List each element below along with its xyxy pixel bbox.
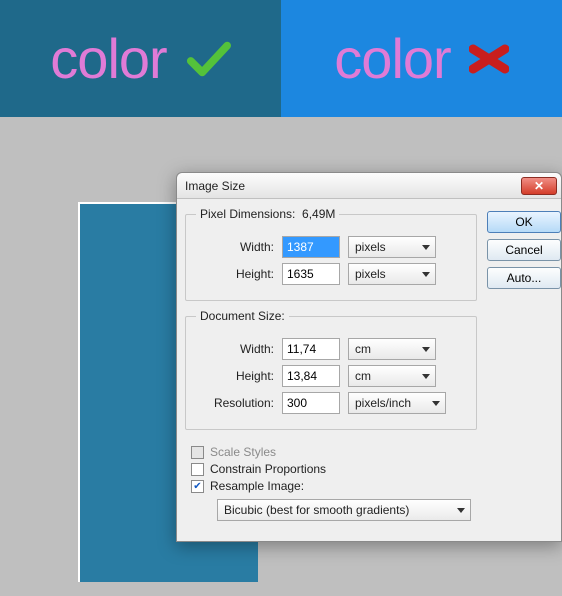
color-header: color color	[0, 0, 562, 117]
constrain-label: Constrain Proportions	[210, 462, 326, 476]
resample-method: Bicubic (best for smooth gradients)	[224, 503, 409, 517]
cross-icon	[469, 39, 509, 79]
chevron-down-icon	[432, 401, 440, 406]
resample-check[interactable]: ✔ Resample Image:	[191, 479, 471, 493]
swatch-bad-text: color	[334, 26, 450, 91]
swatch-good-text: color	[50, 26, 166, 91]
resample-method-select[interactable]: Bicubic (best for smooth gradients)	[217, 499, 471, 521]
close-icon: ✕	[534, 179, 544, 193]
chevron-down-icon	[422, 245, 430, 250]
resolution-input[interactable]	[282, 392, 340, 414]
pixel-dimensions-size: 6,49M	[302, 207, 335, 221]
checkbox-icon	[191, 463, 204, 476]
scale-styles-check: Scale Styles	[191, 445, 471, 459]
doc-height-unit: cm	[355, 369, 371, 383]
doc-width-input[interactable]	[282, 338, 340, 360]
document-size-legend: Document Size:	[196, 309, 289, 323]
doc-height-label: Height:	[196, 369, 274, 383]
scale-styles-label: Scale Styles	[210, 445, 276, 459]
resample-label: Resample Image:	[210, 479, 304, 493]
px-height-unit: pixels	[355, 267, 386, 281]
check-icon	[185, 36, 231, 82]
constrain-check[interactable]: Constrain Proportions	[191, 462, 471, 476]
resolution-label: Resolution:	[196, 396, 274, 410]
doc-width-label: Width:	[196, 342, 274, 356]
resolution-unit-select[interactable]: pixels/inch	[348, 392, 446, 414]
chevron-down-icon	[422, 347, 430, 352]
px-width-label: Width:	[196, 240, 274, 254]
swatch-bad: color	[281, 0, 562, 117]
close-button[interactable]: ✕	[521, 177, 557, 195]
auto-button[interactable]: Auto...	[487, 267, 561, 289]
doc-height-input[interactable]	[282, 365, 340, 387]
doc-width-unit: cm	[355, 342, 371, 356]
px-width-input[interactable]	[282, 236, 340, 258]
swatch-good: color	[0, 0, 281, 117]
dialog-title: Image Size	[185, 179, 245, 193]
px-height-input[interactable]	[282, 263, 340, 285]
chevron-down-icon	[457, 508, 465, 513]
chevron-down-icon	[422, 272, 430, 277]
cancel-button[interactable]: Cancel	[487, 239, 561, 261]
ok-button[interactable]: OK	[487, 211, 561, 233]
checkbox-icon	[191, 446, 204, 459]
resolution-unit: pixels/inch	[355, 396, 411, 410]
px-width-unit-select[interactable]: pixels	[348, 236, 436, 258]
doc-width-unit-select[interactable]: cm	[348, 338, 436, 360]
px-height-unit-select[interactable]: pixels	[348, 263, 436, 285]
dialog-titlebar[interactable]: Image Size ✕	[177, 173, 561, 199]
pixel-dimensions-legend: Pixel Dimensions:	[200, 207, 295, 221]
chevron-down-icon	[422, 374, 430, 379]
px-width-unit: pixels	[355, 240, 386, 254]
image-size-dialog: Image Size ✕ Pixel Dimensions: 6,49M Wid…	[176, 172, 562, 542]
doc-height-unit-select[interactable]: cm	[348, 365, 436, 387]
px-height-label: Height:	[196, 267, 274, 281]
checkbox-checked-icon: ✔	[191, 480, 204, 493]
document-size-group: Document Size: Width: cm Height: cm	[185, 309, 477, 430]
pixel-dimensions-group: Pixel Dimensions: 6,49M Width: pixels He…	[185, 207, 477, 301]
